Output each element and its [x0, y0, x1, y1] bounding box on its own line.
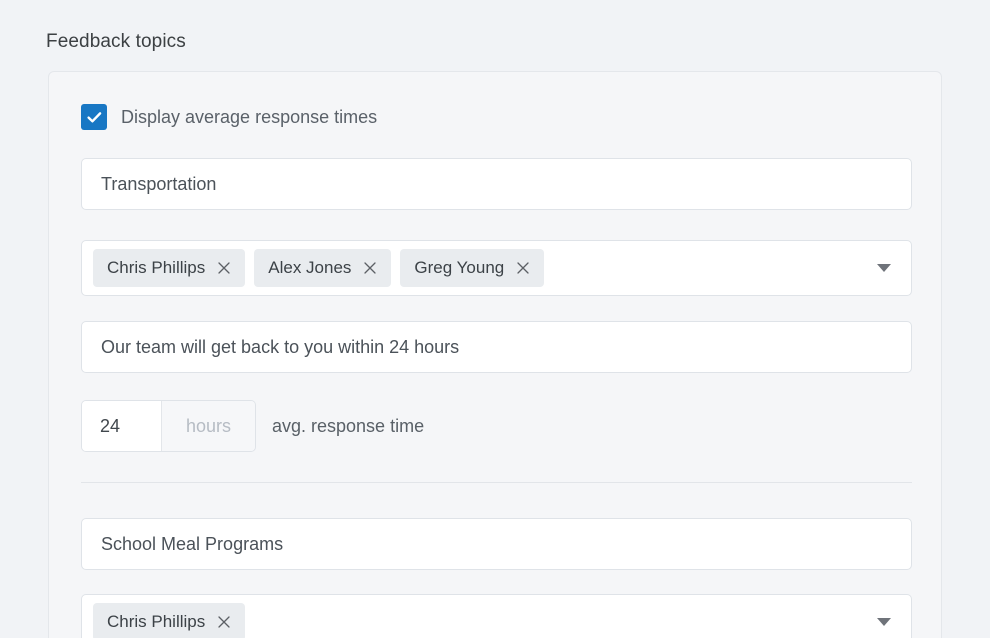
- chip-greg-young[interactable]: Greg Young: [400, 249, 545, 287]
- topic-2-name-input[interactable]: School Meal Programs: [81, 518, 912, 570]
- feedback-topics-card: Display average response times Transport…: [48, 71, 942, 638]
- topic-2-chip-list: Chris Phillips: [93, 603, 865, 638]
- display-avg-response-times-label: Display average response times: [121, 107, 378, 127]
- topic-1-message-input[interactable]: Our team will get back to you within 24 …: [81, 321, 912, 373]
- topic-1-chip-list: Chris Phillips Alex Jones Greg Young: [93, 249, 865, 287]
- chip-label: Alex Jones: [268, 258, 352, 277]
- checkmark-icon: [86, 111, 101, 122]
- chip-alex-jones[interactable]: Alex Jones: [254, 249, 392, 287]
- topic-1-response-time-input[interactable]: 24: [82, 401, 161, 451]
- topic-1-name-input[interactable]: Transportation: [81, 158, 912, 210]
- chip-chris-phillips[interactable]: Chris Phillips: [93, 603, 246, 638]
- topic-1-assignees-field[interactable]: Chris Phillips Alex Jones Greg Young: [81, 240, 912, 296]
- chip-label: Greg Young: [414, 258, 505, 277]
- topic-1-response-time-caption: avg. response time: [272, 415, 425, 436]
- topic-1-response-time-unit: hours: [161, 401, 255, 451]
- close-x-icon[interactable]: [515, 260, 531, 276]
- chevron-down-icon[interactable]: [877, 264, 891, 272]
- display-avg-response-times-row[interactable]: Display average response times: [81, 104, 377, 130]
- topic-2-name-field[interactable]: School Meal Programs: [81, 518, 912, 570]
- feedback-topics-page: Feedback topics Display average response…: [0, 0, 990, 638]
- close-x-icon[interactable]: [362, 260, 378, 276]
- page-title: Feedback topics: [46, 31, 186, 52]
- close-x-icon[interactable]: [216, 614, 232, 630]
- chip-label: Chris Phillips: [107, 612, 206, 631]
- topic-2-assignees-field[interactable]: Chris Phillips: [81, 594, 912, 638]
- display-avg-response-times-checkbox[interactable]: [81, 104, 107, 130]
- close-x-icon[interactable]: [216, 260, 232, 276]
- topic-2-assignees-select[interactable]: Chris Phillips: [81, 594, 912, 638]
- topic-1-response-time-group[interactable]: 24 hours: [81, 400, 256, 452]
- chip-label: Chris Phillips: [107, 258, 206, 277]
- topic-1-response-time-row: 24 hours avg. response time: [81, 400, 424, 452]
- topic-1-message-field[interactable]: Our team will get back to you within 24 …: [81, 321, 912, 373]
- topic-1-name-field[interactable]: Transportation: [81, 158, 912, 210]
- chevron-down-icon[interactable]: [877, 618, 891, 626]
- topic-divider: [81, 482, 912, 483]
- chip-chris-phillips[interactable]: Chris Phillips: [93, 249, 246, 287]
- topic-1-assignees-select[interactable]: Chris Phillips Alex Jones Greg Young: [81, 240, 912, 296]
